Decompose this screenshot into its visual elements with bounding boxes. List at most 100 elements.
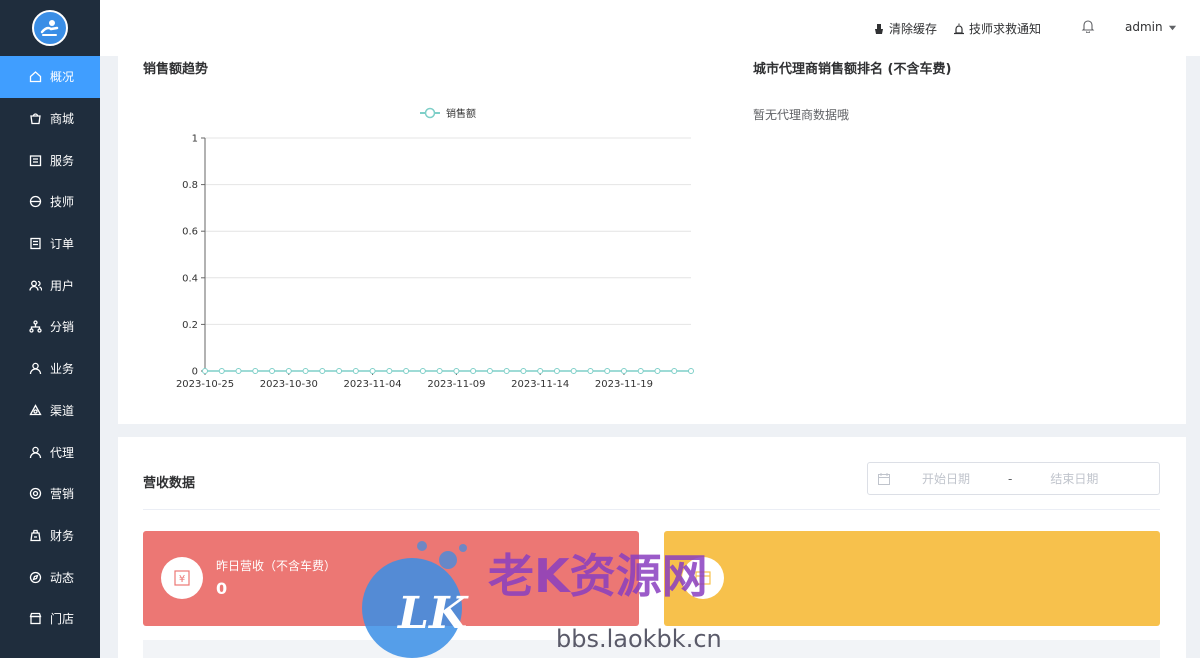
series-point xyxy=(453,368,460,374)
sidebar-menu: 概况商城服务技师订单用户分销业务渠道代理营销财务动态门店 xyxy=(0,56,100,640)
distribution-icon xyxy=(28,320,42,334)
clear-cache-button[interactable]: 清除缓存 xyxy=(873,20,937,37)
sidebar-item-7[interactable]: 分销 xyxy=(0,306,100,348)
series-point xyxy=(403,368,410,374)
sidebar-item-label: 用户 xyxy=(50,278,75,293)
channel-icon xyxy=(28,403,42,417)
end-date-input[interactable]: 结束日期 xyxy=(1050,470,1098,487)
agent-ranking-title: 城市代理商销售额排名 (不含车费) xyxy=(753,62,952,77)
sidebar-item-5[interactable]: 订单 xyxy=(0,223,100,265)
home-icon xyxy=(28,70,42,84)
series-point xyxy=(604,368,611,374)
svg-text:¥: ¥ xyxy=(179,574,185,585)
rescue-notice-label: 技师求救通知 xyxy=(969,22,1042,36)
sidebar-item-3[interactable]: 服务 xyxy=(0,139,100,181)
series-point xyxy=(654,368,661,374)
x-tick-label: 2023-10-30 xyxy=(260,379,318,390)
series-point xyxy=(520,368,527,374)
series-point xyxy=(319,368,326,374)
legend-marker xyxy=(424,107,436,119)
sidebar-item-label: 渠道 xyxy=(50,403,75,418)
technician-icon xyxy=(28,195,42,209)
order-icon xyxy=(28,237,42,251)
y-tick-label: 0.6 xyxy=(182,227,198,238)
series-point xyxy=(252,368,259,374)
sidebar-item-label: 服务 xyxy=(50,153,75,168)
series-point xyxy=(637,368,644,374)
alarm-icon xyxy=(954,23,964,34)
sidebar-item-4[interactable]: 技师 xyxy=(0,181,100,223)
y-tick-label: 1 xyxy=(192,134,198,145)
shop-icon xyxy=(28,112,42,126)
store-icon xyxy=(28,612,42,626)
sidebar-item-6[interactable]: 用户 xyxy=(0,264,100,306)
series-point xyxy=(386,368,393,374)
sidebar-item-label: 订单 xyxy=(50,237,75,252)
sidebar-item-label: 商城 xyxy=(50,112,75,127)
series-point xyxy=(202,368,208,374)
sidebar-item-10[interactable]: 代理 xyxy=(0,431,100,473)
series-point xyxy=(688,368,694,374)
sidebar-item-9[interactable]: 渠道 xyxy=(0,390,100,432)
series-point xyxy=(671,368,678,374)
revenue-card: 营收数据 开始日期 - 结束日期 ¥ 昨日营收（不含车费） 0 xyxy=(118,437,1186,658)
sidebar-item-13[interactable]: 动态 xyxy=(0,556,100,598)
wallet-icon xyxy=(682,557,724,599)
yesterday-revenue-value: 0 xyxy=(216,579,228,598)
series-point xyxy=(235,368,242,374)
revenue-row-band xyxy=(143,640,1160,658)
sidebar-item-11[interactable]: 营销 xyxy=(0,473,100,515)
yesterday-revenue-label: 昨日营收（不含车费） xyxy=(216,559,337,573)
sidebar-item-label: 业务 xyxy=(50,362,75,377)
revenue-card-yellow xyxy=(664,531,1160,626)
sidebar-item-2[interactable]: 商城 xyxy=(0,98,100,140)
bell-icon xyxy=(1081,20,1095,33)
sidebar-item-12[interactable]: 财务 xyxy=(0,515,100,557)
user-name: admin xyxy=(1125,20,1163,34)
user-dropdown[interactable]: admin xyxy=(1125,20,1177,34)
sidebar-item-label: 财务 xyxy=(50,528,75,543)
y-tick-label: 0 xyxy=(192,367,198,378)
clear-cache-label: 清除缓存 xyxy=(889,22,938,36)
compass-icon xyxy=(28,570,42,584)
sidebar-item-14[interactable]: 门店 xyxy=(0,598,100,640)
series-point xyxy=(486,368,493,374)
series-point xyxy=(620,368,627,374)
agent-icon xyxy=(28,445,42,459)
x-tick-label: 2023-10-25 xyxy=(176,379,234,390)
series-point xyxy=(503,368,510,374)
series-point xyxy=(352,368,359,374)
users-icon xyxy=(28,278,42,292)
sidebar-item-label: 动态 xyxy=(50,570,75,585)
x-tick-label: 2023-11-14 xyxy=(511,379,569,390)
agent-ranking-empty: 暂无代理商数据哦 xyxy=(753,108,850,122)
caret-down-icon xyxy=(1168,25,1176,30)
sidebar-item-label: 门店 xyxy=(50,612,75,627)
bell-button[interactable] xyxy=(1081,19,1099,33)
service-icon xyxy=(28,153,42,167)
divider xyxy=(143,509,1160,510)
sidebar-item-label: 营销 xyxy=(50,487,75,502)
sales-trend-chart: 销售额 0 0.2 0.4 0.6 0.8 1 2023-10-25 2023-10-30 202… xyxy=(176,107,694,390)
overview-card: 销售额趋势 城市代理商销售额排名 (不含车费) 暂无代理商数据哦 销售额 0 0.2… xyxy=(118,42,1186,424)
yesterday-revenue-card: ¥ 昨日营收（不含车费） 0 xyxy=(143,531,639,626)
series-point xyxy=(302,368,309,374)
series-point xyxy=(285,368,292,374)
start-date-input[interactable]: 开始日期 xyxy=(922,470,970,487)
y-tick-label: 0.8 xyxy=(182,180,198,191)
sidebar-item-label: 技师 xyxy=(50,195,75,210)
rescue-notice-button[interactable]: 技师求救通知 xyxy=(953,20,1041,37)
calendar-icon xyxy=(878,472,890,485)
x-tick-label: 2023-11-09 xyxy=(427,379,485,390)
sidebar-item-1[interactable]: 概况 xyxy=(0,56,100,98)
series-point xyxy=(587,368,594,374)
x-tick-label: 2023-11-19 xyxy=(595,379,653,390)
y-tick-label: 0.4 xyxy=(182,273,198,284)
series-point xyxy=(336,368,343,374)
series-point xyxy=(470,368,477,374)
series-point xyxy=(553,368,560,374)
date-range-picker[interactable]: 开始日期 - 结束日期 xyxy=(867,462,1160,495)
sidebar-item-label: 分销 xyxy=(50,320,75,335)
sidebar-item-8[interactable]: 业务 xyxy=(0,348,100,390)
person-icon xyxy=(28,362,42,376)
